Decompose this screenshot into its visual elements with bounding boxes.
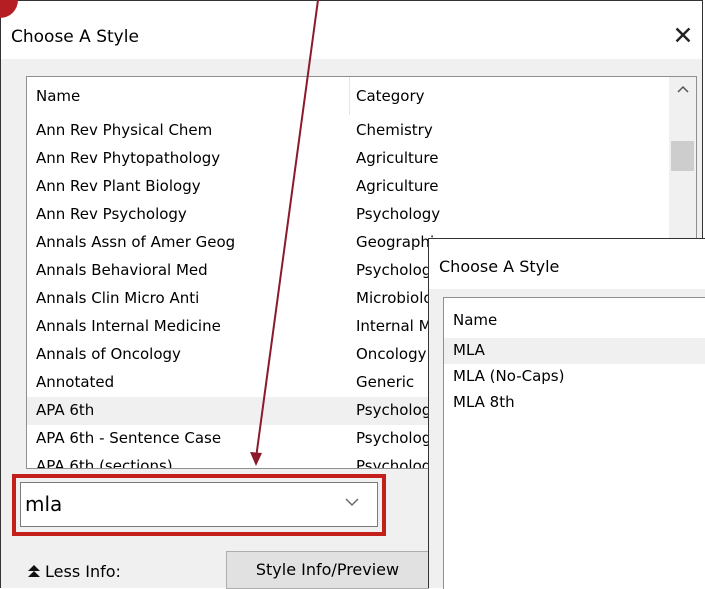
dialog-title-filtered: Choose A Style [439,257,560,276]
style-name: Ann Rev Phytopathology [36,149,221,167]
column-divider[interactable] [349,77,350,115]
style-category: Psycholog [356,429,432,447]
filtered-style-name: MLA [453,341,485,359]
scroll-up-icon[interactable] [669,77,696,101]
style-name: Annotated [36,373,115,391]
style-category: Agriculture [356,177,439,195]
style-row[interactable]: Ann Rev Physical Chem Chemistry [27,117,672,145]
style-category: Microbiolo [356,289,433,307]
style-name: Annals of Oncology [36,345,181,363]
list-header: Name Category [27,77,672,115]
title-bar: Choose A Style ✕ [1,1,702,59]
column-header-name[interactable]: Name [36,87,80,105]
style-category: Geographi [356,233,435,251]
style-row[interactable]: Ann Rev Phytopathology Agriculture [27,145,672,173]
column-header-name-filtered[interactable]: Name [453,311,497,329]
filtered-style-row[interactable]: MLA 8th [444,390,705,416]
style-name: Annals Internal Medicine [36,317,221,335]
filtered-style-row[interactable]: MLA [444,338,705,364]
search-highlight-box [12,474,386,536]
style-category: Psycholog [356,457,432,469]
filtered-style-row[interactable]: MLA (No-Caps) [444,364,705,390]
style-name: APA 6th - Sentence Case [36,429,222,447]
style-category: Oncology [356,345,427,363]
filtered-style-list[interactable]: Name MLA MLA (No-Caps) MLA 8th [443,297,705,589]
style-name: Annals Assn of Amer Geog [36,233,236,251]
style-name: Annals Clin Micro Anti [36,289,200,307]
style-category: Generic [356,373,415,391]
choose-style-dialog-filtered: Choose A Style Name MLA MLA (No-Caps) MLA … [428,238,705,589]
scroll-thumb[interactable] [671,141,694,171]
style-name: Ann Rev Physical Chem [36,121,213,139]
style-category: Agriculture [356,149,439,167]
style-row[interactable]: Ann Rev Psychology Psychology [27,201,672,229]
style-name: APA 6th (sections) [36,457,173,469]
filtered-style-name: MLA (No-Caps) [453,367,565,385]
less-info-label[interactable]: Less Info: [45,562,121,581]
less-info-icon[interactable] [27,564,41,578]
style-name: Annals Behavioral Med [36,261,208,279]
style-name: Ann Rev Plant Biology [36,177,201,195]
style-row[interactable]: Ann Rev Plant Biology Agriculture [27,173,672,201]
column-header-category[interactable]: Category [356,87,425,105]
style-info-preview-button[interactable]: Style Info/Preview [226,551,429,589]
style-category: Psycholog [356,401,432,419]
close-icon[interactable]: ✕ [670,21,696,51]
dialog-title: Choose A Style [11,27,139,47]
title-bar-filtered: Choose A Style [429,239,705,289]
style-name: Ann Rev Psychology [36,205,187,223]
style-category: Psychology [356,205,441,223]
style-category: Psycholog [356,261,432,279]
filtered-style-name: MLA 8th [453,393,515,411]
style-name: APA 6th [36,401,95,419]
style-category: Internal M [356,317,432,335]
style-category: Chemistry [356,121,433,139]
